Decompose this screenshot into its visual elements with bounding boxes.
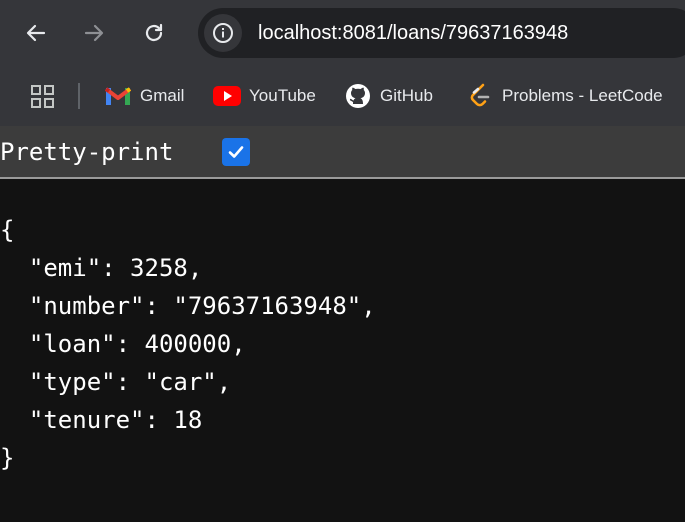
bookmarks-separator (78, 83, 80, 109)
json-line: "emi": 3258, (0, 254, 203, 282)
url-text[interactable]: localhost:8081/loans/79637163948 (258, 21, 568, 45)
reload-icon (145, 23, 163, 42)
bookmark-youtube[interactable]: YouTube (213, 82, 316, 110)
json-line: "tenure": 18 (0, 406, 203, 434)
apps-grid-icon (31, 85, 54, 108)
bookmark-label: Gmail (140, 86, 185, 105)
leetcode-icon (466, 83, 494, 108)
bookmark-label: Problems - LeetCode (502, 86, 663, 105)
forward-button[interactable] (76, 15, 112, 51)
url-host: localhost:8081 (258, 22, 387, 44)
json-line: "loan": 400000, (0, 330, 246, 358)
apps-button[interactable] (30, 84, 56, 110)
json-line: { (0, 216, 15, 244)
gmail-icon (104, 84, 132, 108)
pretty-print-bar: Pretty-print (0, 126, 685, 179)
bookmark-gmail[interactable]: Gmail (104, 82, 184, 110)
youtube-icon (213, 84, 241, 108)
pretty-print-checkbox[interactable] (222, 138, 250, 166)
browser-toolbar: localhost:8081/loans/79637163948 (0, 0, 685, 68)
back-arrow-icon (26, 24, 46, 42)
pretty-print-label: Pretty-print (0, 138, 174, 166)
checkmark-icon (228, 146, 244, 158)
github-icon (344, 84, 372, 108)
json-line: "type": "car", (0, 368, 232, 396)
url-path: /loans/79637163948 (386, 22, 569, 44)
reload-button[interactable] (136, 15, 172, 51)
bookmark-label: YouTube (249, 86, 316, 105)
site-info-button[interactable] (204, 14, 242, 52)
info-icon (213, 23, 233, 43)
json-viewer: { "emi": 3258, "number": "79637163948", … (0, 211, 376, 477)
forward-arrow-icon (84, 24, 104, 42)
back-button[interactable] (18, 15, 54, 51)
json-line: } (0, 444, 15, 472)
bookmarks-bar: Gmail YouTube GitHub Problems - LeetCode (0, 68, 685, 126)
browser-window: localhost:8081/loans/79637163948 Gmail Y… (0, 0, 685, 522)
bookmark-github[interactable]: GitHub (344, 82, 433, 110)
address-bar[interactable]: localhost:8081/loans/79637163948 (198, 8, 685, 58)
json-line: "number": "79637163948", (0, 292, 376, 320)
bookmark-leetcode[interactable]: Problems - LeetCode (466, 82, 663, 110)
bookmark-label: GitHub (380, 86, 433, 105)
